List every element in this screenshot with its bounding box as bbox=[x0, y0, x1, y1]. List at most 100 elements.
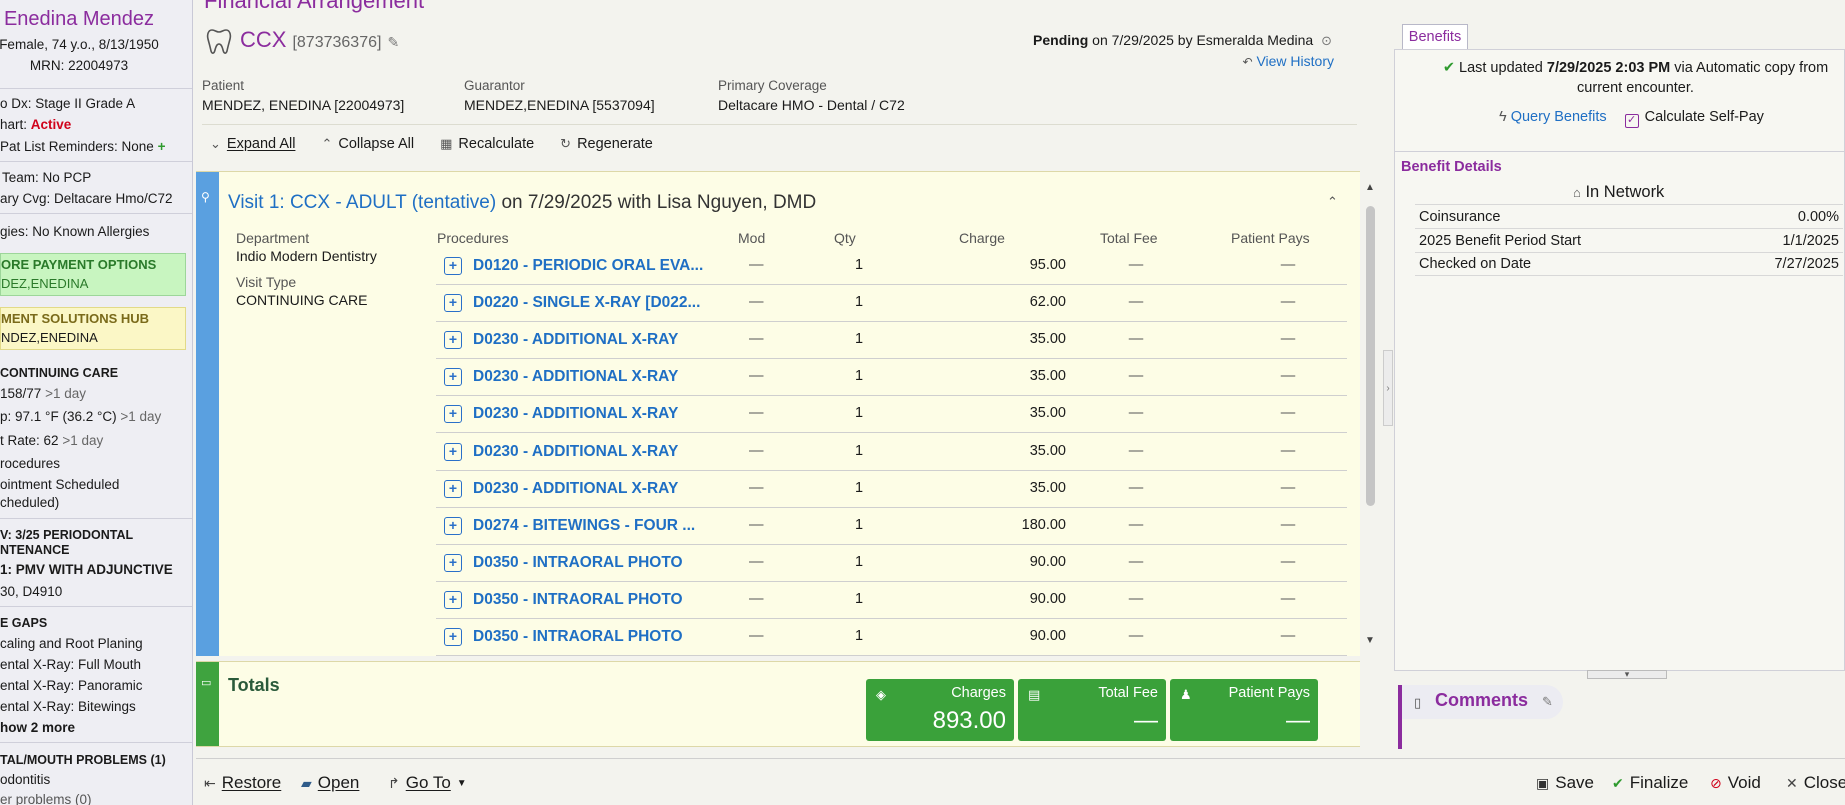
view-history-link[interactable]: ↶ View History bbox=[1243, 53, 1335, 69]
pmv-procedure: 1: PMV WITH ADJUNCTIVE bbox=[0, 562, 173, 577]
expand-row-icon[interactable]: + bbox=[444, 405, 462, 424]
expand-row-icon[interactable]: + bbox=[444, 442, 462, 461]
query-benefits-link[interactable]: ϟ Query Benefits bbox=[1499, 109, 1607, 128]
close-icon: ✕ bbox=[1786, 774, 1798, 791]
open-button[interactable]: ▰ Open bbox=[301, 773, 359, 793]
coins-icon: ◈ bbox=[876, 687, 886, 702]
procedure-row[interactable]: + D0220 - SINGLE X-RAY [D022... — 1 62.00 — — bbox=[436, 285, 1347, 323]
panel-resize-handle[interactable]: › bbox=[1383, 350, 1393, 426]
pencil-icon[interactable]: ✎ bbox=[387, 34, 399, 51]
procedure-name[interactable]: D0350 - INTRAORAL PHOTO bbox=[473, 554, 683, 572]
blood-pressure: 158/77 >1 day bbox=[0, 386, 86, 401]
scroll-thumb[interactable] bbox=[1366, 206, 1375, 506]
modifier: — bbox=[749, 405, 764, 422]
recalculate-label: Recalculate bbox=[458, 136, 535, 152]
reminders-label: Pat List Reminders: None bbox=[0, 139, 154, 154]
visit-scrollbar[interactable]: ▲ ▼ bbox=[1363, 172, 1377, 657]
scroll-down-icon[interactable]: ▼ bbox=[1365, 635, 1375, 646]
patient-pays: — bbox=[1280, 553, 1296, 570]
recalculate-button[interactable]: ▦ Recalculate bbox=[440, 136, 534, 152]
collapse-visit-icon[interactable]: ⌃ bbox=[1327, 194, 1338, 210]
go-to-label: Go To bbox=[405, 773, 451, 792]
expand-row-icon[interactable]: + bbox=[444, 331, 462, 350]
patient-name[interactable]: Enedina Mendez bbox=[0, 8, 162, 31]
expand-row-icon[interactable]: + bbox=[444, 257, 462, 275]
procedure-row[interactable]: + D0230 - ADDITIONAL X-RAY — 1 35.00 — — bbox=[436, 359, 1347, 397]
procedure-name[interactable]: D0350 - INTRAORAL PHOTO bbox=[473, 628, 683, 646]
close-button[interactable]: ✕ Close bbox=[1786, 773, 1845, 793]
procedure-name[interactable]: D0120 - PERIODIC ORAL EVA... bbox=[473, 257, 703, 275]
procedure-name[interactable]: D0230 - ADDITIONAL X-RAY bbox=[473, 480, 678, 498]
void-icon: ⊘ bbox=[1710, 774, 1722, 791]
expand-all-button[interactable]: ⌄ Expand All bbox=[210, 136, 295, 152]
procedure-row[interactable]: + D0230 - ADDITIONAL X-RAY — 1 35.00 — — bbox=[436, 322, 1347, 360]
charges-value: 893.00 bbox=[932, 707, 1006, 734]
expand-row-icon[interactable]: + bbox=[444, 368, 462, 387]
restore-button[interactable]: ⇤ Restore bbox=[204, 773, 281, 793]
finalize-button[interactable]: ✔ Finalize bbox=[1612, 773, 1688, 793]
expand-row-icon[interactable]: + bbox=[444, 553, 462, 572]
money-icon: ▭ bbox=[201, 677, 212, 689]
expand-row-icon[interactable]: + bbox=[444, 590, 462, 609]
check-icon: ✔ bbox=[1442, 60, 1455, 76]
procedure-name[interactable]: D0350 - INTRAORAL PHOTO bbox=[473, 591, 683, 609]
payment-options-box[interactable]: ORE PAYMENT OPTIONS DEZ,ENEDINA bbox=[0, 253, 186, 296]
procedure-name[interactable]: D0230 - ADDITIONAL X-RAY bbox=[473, 368, 678, 386]
procedure-name[interactable]: D0230 - ADDITIONAL X-RAY bbox=[473, 443, 678, 461]
procedure-name[interactable]: D0220 - SINGLE X-RAY [D022... bbox=[473, 294, 700, 312]
benefits-box: ✔ Last updated 7/29/2025 2:03 PM via Aut… bbox=[1394, 49, 1845, 671]
expand-row-icon[interactable]: + bbox=[444, 479, 462, 498]
total-fee: — bbox=[1128, 590, 1144, 607]
visit-link[interactable]: Visit 1: CCX - ADULT (tentative) bbox=[228, 192, 496, 213]
save-button[interactable]: ▣ Save bbox=[1536, 773, 1594, 793]
patient-info: Patient MENDEZ, ENEDINA [22004973] bbox=[202, 78, 404, 113]
procedure-row[interactable]: + D0230 - ADDITIONAL X-RAY — 1 35.00 — — bbox=[436, 434, 1347, 471]
periodontal-heading-2[interactable]: NTENANCE bbox=[0, 543, 69, 557]
save-label: Save bbox=[1555, 773, 1594, 792]
divider bbox=[0, 742, 192, 743]
show-more-link[interactable]: how 2 more bbox=[0, 720, 75, 735]
network-label: In Network bbox=[1585, 183, 1665, 201]
procedure-row[interactable]: + D0230 - ADDITIONAL X-RAY — 1 35.00 — — bbox=[436, 396, 1347, 434]
procedure-row[interactable]: + D0350 - INTRAORAL PHOTO — 1 90.00 — — bbox=[436, 582, 1347, 619]
expand-row-icon[interactable]: + bbox=[444, 516, 462, 535]
procedure-name[interactable]: D0230 - ADDITIONAL X-RAY bbox=[473, 331, 678, 349]
divider bbox=[1395, 151, 1845, 152]
procedure-row[interactable]: + D0274 - BITEWINGS - FOUR ... — 1 180.00 — — bbox=[436, 508, 1347, 545]
comments-header[interactable]: ▯ Comments ✎ bbox=[1398, 685, 1563, 719]
collapse-all-button[interactable]: ⌃ Collapse All bbox=[321, 136, 414, 152]
care-team: Team: No PCP bbox=[2, 170, 92, 185]
quantity: 1 bbox=[854, 294, 864, 311]
regenerate-button[interactable]: ↻ Regenerate bbox=[560, 136, 653, 152]
section-resize-handle[interactable]: ▾ bbox=[1587, 670, 1667, 679]
expand-row-icon[interactable]: + bbox=[444, 294, 462, 313]
procedure-name[interactable]: D0274 - BITEWINGS - FOUR ... bbox=[473, 517, 695, 535]
add-reminder-icon[interactable]: + bbox=[158, 139, 166, 154]
procedure-row[interactable]: + D0350 - INTRAORAL PHOTO — 1 90.00 — — bbox=[436, 619, 1347, 656]
procedure-row[interactable]: + D0350 - INTRAORAL PHOTO — 1 90.00 — — bbox=[436, 545, 1347, 582]
save-icon: ▣ bbox=[1536, 774, 1550, 791]
calculate-self-pay-checkbox[interactable]: ✓ Calculate Self-Pay bbox=[1624, 109, 1764, 128]
pencil-icon[interactable]: ✎ bbox=[1542, 694, 1553, 710]
tab-benefits[interactable]: Benefits bbox=[1402, 24, 1468, 50]
scroll-up-icon[interactable]: ▲ bbox=[1365, 182, 1375, 193]
totals-title: Totals bbox=[228, 675, 280, 695]
quantity: 1 bbox=[854, 590, 864, 607]
payment-hub-box[interactable]: MENT SOLUTIONS HUB NDEZ,ENEDINA bbox=[0, 307, 186, 350]
column-qty: Qty bbox=[834, 230, 856, 246]
info-icon[interactable]: ⊙ bbox=[1321, 33, 1332, 48]
expand-row-icon[interactable]: + bbox=[444, 628, 462, 646]
void-button[interactable]: ⊘ Void bbox=[1710, 773, 1761, 793]
divider bbox=[0, 161, 192, 162]
tooth-icon bbox=[206, 29, 232, 54]
quantity: 1 bbox=[854, 516, 864, 533]
periodontal-heading[interactable]: V: 3/25 PERIODONTAL bbox=[0, 528, 133, 542]
procedure-name[interactable]: D0230 - ADDITIONAL X-RAY bbox=[473, 405, 678, 423]
procedure-row[interactable]: + D0120 - PERIODIC ORAL EVA... — 1 95.00 — — bbox=[436, 248, 1347, 285]
care-gap-item: ental X-Ray: Panoramic bbox=[0, 678, 143, 693]
benefit-row: Coinsurance 0.00% bbox=[1415, 204, 1843, 228]
finalize-label: Finalize bbox=[1629, 773, 1689, 792]
expand-all-icon: ⌄ bbox=[210, 136, 221, 151]
go-to-button[interactable]: ↱ Go To ▼ bbox=[388, 773, 467, 793]
procedure-row[interactable]: + D0230 - ADDITIONAL X-RAY — 1 35.00 — — bbox=[436, 471, 1347, 508]
